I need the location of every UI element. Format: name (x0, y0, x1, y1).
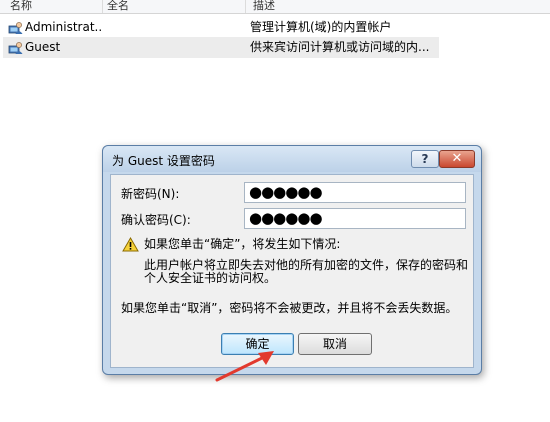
set-password-dialog: 为 Guest 设置密码 ? ✕ 新密码(N): ●●●●●● 确认密码(C):… (102, 145, 482, 375)
user-description: 供来宾访问计算机或访问域的内... (250, 40, 430, 54)
close-button[interactable]: ✕ (439, 150, 475, 168)
user-icon (8, 22, 23, 34)
help-button[interactable]: ? (411, 150, 439, 168)
warning-body-line2: 个人安全证书的访问权。 (144, 271, 277, 285)
cancel-note: 如果您单击“取消”，密码将不会被更改，并且将不会丢失数据。 (121, 301, 458, 315)
column-header-description[interactable]: 描述 (246, 0, 550, 13)
close-icon: ✕ (451, 151, 463, 166)
list-item-administrator[interactable]: Administrat... 管理计算机(域)的内置帐户 (0, 17, 550, 38)
column-header-name[interactable]: 名称 (0, 0, 103, 13)
cancel-button[interactable]: 取消 (298, 333, 372, 355)
user-name: Administrat... (25, 20, 103, 34)
new-password-field[interactable]: ●●●●●● (244, 182, 466, 203)
new-password-value: ●●●●●● (249, 183, 323, 201)
warning-icon (122, 237, 139, 252)
help-icon: ? (421, 152, 429, 166)
dialog-content: 新密码(N): ●●●●●● 确认密码(C): ●●●●●● 如果您单击“确定”… (110, 174, 474, 368)
user-name: Guest (25, 40, 61, 54)
annotation-arrow-icon (215, 351, 274, 382)
column-header-full-name[interactable]: 全名 (103, 0, 246, 13)
confirm-password-field[interactable]: ●●●●●● (244, 208, 466, 229)
dialog-titlebar[interactable]: 为 Guest 设置密码 ? ✕ (103, 146, 481, 172)
confirm-password-value: ●●●●●● (249, 209, 323, 227)
warning-heading: 如果您单击“确定”，将发生如下情况: (144, 237, 341, 251)
new-password-label: 新密码(N): (121, 187, 180, 201)
user-icon (8, 42, 23, 54)
list-header: 名称 全名 描述 (0, 0, 550, 14)
confirm-password-label: 确认密码(C): (121, 213, 191, 227)
dialog-title: 为 Guest 设置密码 (112, 154, 215, 168)
user-description: 管理计算机(域)的内置帐户 (250, 20, 392, 34)
list-item-guest[interactable]: Guest 供来宾访问计算机或访问域的内... (0, 37, 550, 58)
